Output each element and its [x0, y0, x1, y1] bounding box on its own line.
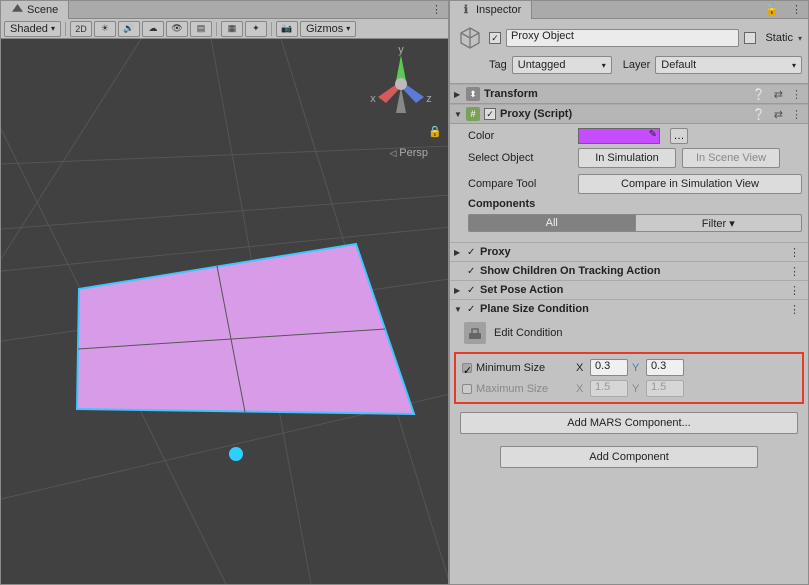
preset-icon[interactable]: ⇄	[772, 108, 785, 121]
max-y-input: 1.5	[646, 380, 684, 397]
inspector-tab-label: Inspector	[476, 4, 521, 16]
subitem-show-children[interactable]: ✓ Show Children On Tracking Action ⋮	[450, 261, 808, 280]
color-picker-button[interactable]: …	[670, 128, 688, 144]
scene-panel: Scene ⋮ Shaded ▾ 2D ☀ 🔊 ☁ 👁 ▤ ▦ ✦ 📷 Gizm…	[0, 0, 449, 585]
edit-condition-label: Edit Condition	[494, 327, 563, 339]
static-checkbox[interactable]	[744, 32, 756, 44]
subitem-set-pose[interactable]: ▶✓ Set Pose Action ⋮	[450, 280, 808, 299]
transform-header[interactable]: ▶ ⬍ Transform ❔ ⇄ ⋮	[450, 84, 808, 104]
object-header: Proxy Object Static ▾ Tag Untagged▾ Laye…	[450, 19, 808, 84]
subitem-proxy[interactable]: ▶✓ Proxy ⋮	[450, 242, 808, 261]
proxy-body: Color … Select Object In Simulation In S…	[450, 124, 808, 242]
scene-tab-menu-icon[interactable]: ⋮	[425, 3, 448, 16]
lighting-icon[interactable]: ☀	[94, 21, 116, 37]
edit-condition-icon[interactable]	[464, 322, 486, 344]
min-y-label: Y	[632, 362, 642, 374]
script-icon: #	[466, 107, 480, 121]
subitem-plane-size-title: Plane Size Condition	[480, 303, 589, 315]
info-icon: ℹ	[460, 4, 472, 16]
scene-tab-label: Scene	[27, 4, 58, 16]
components-filter-segment: All Filter ▾	[468, 214, 802, 232]
color-swatch[interactable]	[578, 128, 660, 144]
inspector-tab-bar: ℹ Inspector 🔓 ⋮	[450, 1, 808, 19]
effects-icon[interactable]: ☁	[142, 21, 164, 37]
min-size-label: Minimum Size	[476, 362, 572, 374]
scene-toolbar: Shaded ▾ 2D ☀ 🔊 ☁ 👁 ▤ ▦ ✦ 📷 Gizmos ▾	[1, 19, 448, 39]
max-x-label: X	[576, 383, 586, 395]
in-scene-view-button[interactable]: In Scene View	[682, 148, 780, 168]
proxy-header[interactable]: ▼ # Proxy (Script) ❔ ⇄ ⋮	[450, 104, 808, 124]
audio-icon[interactable]: 🔊	[118, 21, 140, 37]
max-y-label: Y	[632, 383, 642, 395]
gizmos-dropdown[interactable]: Gizmos ▾	[300, 21, 356, 37]
subitem-set-pose-title: Set Pose Action	[480, 284, 563, 296]
svg-text:z: z	[426, 93, 432, 105]
gizmos-label: Gizmos	[306, 23, 343, 35]
2d-toggle[interactable]: 2D	[70, 21, 92, 37]
min-x-input[interactable]: 0.3	[590, 359, 628, 376]
help-icon[interactable]: ❔	[750, 88, 768, 101]
in-simulation-button[interactable]: In Simulation	[578, 148, 676, 168]
components-heading: Components	[468, 198, 802, 210]
static-label: Static	[765, 32, 793, 44]
svg-text:y: y	[398, 47, 404, 56]
active-checkbox[interactable]	[489, 32, 501, 44]
max-size-label: Maximum Size	[476, 383, 572, 395]
subitem-show-children-title: Show Children On Tracking Action	[480, 265, 661, 277]
layer-dropdown[interactable]: Default▾	[655, 56, 802, 74]
compare-tool-label: Compare Tool	[468, 178, 572, 190]
unity-icon	[11, 4, 23, 16]
min-x-label: X	[576, 362, 586, 374]
add-component-button[interactable]: Add Component	[500, 446, 758, 468]
subitem-proxy-title: Proxy	[480, 246, 511, 258]
lock-inspector-icon[interactable]: 🔓	[759, 3, 785, 16]
edit-condition-row: Edit Condition	[450, 318, 808, 350]
seg-all[interactable]: All	[468, 214, 635, 232]
max-x-input: 1.5	[590, 380, 628, 397]
menu-icon[interactable]: ⋮	[789, 88, 804, 101]
object-name-input[interactable]: Proxy Object	[506, 29, 739, 47]
svg-text:x: x	[370, 93, 376, 105]
camera-icon[interactable]: 📷	[276, 21, 298, 37]
grid-icon[interactable]: ▦	[221, 21, 243, 37]
proxy-enabled-checkbox[interactable]	[484, 108, 496, 120]
draw-mode-label: Shaded	[10, 23, 48, 35]
orientation-gizmo[interactable]: y z x	[362, 47, 440, 128]
visibility-icon[interactable]: 👁	[166, 21, 188, 37]
tab-scene[interactable]: Scene	[1, 1, 69, 19]
color-label: Color	[468, 130, 572, 142]
layer-label: Layer	[623, 59, 651, 71]
projection-label[interactable]: ◁ Persp	[390, 147, 428, 159]
transform-title: Transform	[484, 88, 538, 100]
draw-mode-dropdown[interactable]: Shaded ▾	[4, 21, 61, 37]
compare-button[interactable]: Compare in Simulation View	[578, 174, 802, 194]
proxy-title: Proxy (Script)	[500, 108, 572, 120]
preset-icon[interactable]: ⇄	[772, 88, 785, 101]
lock-icon[interactable]: 🔒	[428, 125, 442, 138]
add-mars-component-button[interactable]: Add MARS Component...	[460, 412, 798, 434]
help-icon[interactable]: ❔	[750, 108, 768, 121]
min-enabled-dot[interactable]: ✓	[462, 363, 472, 373]
inspector-panel: ℹ Inspector 🔓 ⋮ Proxy Object Static ▾ Ta…	[449, 0, 809, 585]
min-y-input[interactable]: 0.3	[646, 359, 684, 376]
tools-icon[interactable]: ✦	[245, 21, 267, 37]
scene-tab-bar: Scene ⋮	[1, 1, 448, 19]
menu-icon[interactable]: ⋮	[789, 108, 804, 121]
max-enabled-dot[interactable]	[462, 384, 472, 394]
tab-inspector[interactable]: ℹ Inspector	[450, 1, 532, 19]
scene-viewport[interactable]: y z x 🔒 ◁ Persp	[1, 39, 448, 584]
size-condition-highlight: ✓ Minimum Size X 0.3 Y 0.3 Maximum Size …	[454, 352, 804, 404]
tag-dropdown[interactable]: Untagged▾	[512, 56, 612, 74]
layers-icon[interactable]: ▤	[190, 21, 212, 37]
select-object-label: Select Object	[468, 152, 572, 164]
seg-filter[interactable]: Filter ▾	[635, 214, 803, 232]
tag-label: Tag	[489, 59, 507, 71]
transform-icon: ⬍	[466, 87, 480, 101]
inspector-tab-menu-icon[interactable]: ⋮	[785, 3, 808, 16]
subitem-plane-size[interactable]: ▼✓ Plane Size Condition ⋮	[450, 299, 808, 318]
object-icon[interactable]	[456, 24, 484, 52]
